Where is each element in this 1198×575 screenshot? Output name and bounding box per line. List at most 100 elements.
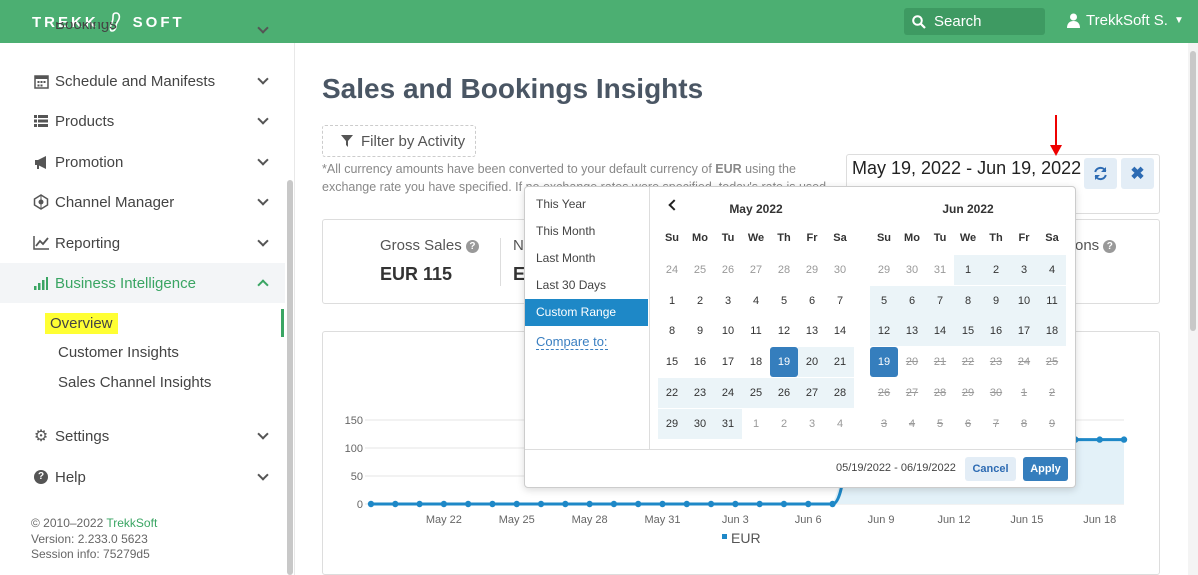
range-last-30-days[interactable]: Last 30 Days [525, 272, 648, 299]
calendar-day[interactable]: 22 [658, 377, 686, 408]
sidebar-item-channel-manager[interactable]: Channel Manager [0, 182, 285, 222]
data-point[interactable] [586, 500, 593, 508]
calendar-day[interactable]: 31 [926, 255, 954, 285]
calendar-day[interactable]: 2 [982, 255, 1010, 285]
calendar-day[interactable]: 16 [982, 316, 1010, 347]
question-icon[interactable]: ? [465, 240, 479, 253]
date-range-input[interactable]: May 19, 2022 - Jun 19, 2022 [852, 158, 1081, 179]
calendar-day[interactable]: 29 [870, 255, 898, 285]
calendar-day[interactable]: 18 [742, 347, 770, 377]
data-point[interactable] [367, 500, 375, 508]
range-last-month[interactable]: Last Month [525, 245, 648, 272]
scrollbar-thumb[interactable] [1190, 51, 1196, 331]
sidebar-item-bookings[interactable]: Bookings [0, 22, 285, 44]
calendar-day[interactable]: 7 [826, 286, 854, 316]
calendar-day[interactable]: 4 [742, 286, 770, 316]
page-scrollbar[interactable] [1188, 43, 1198, 575]
calendar-day[interactable]: 17 [714, 347, 742, 377]
sidebar-item-schedule[interactable]: Schedule and Manifests [0, 61, 285, 101]
data-point[interactable] [1120, 436, 1128, 443]
sidebar-subitem-overview[interactable]: Overview [45, 313, 118, 334]
calendar-day[interactable]: 17 [1010, 316, 1038, 347]
calendar-day[interactable]: 26 [714, 255, 742, 285]
calendar-day[interactable]: 26 [770, 377, 798, 408]
calendar-day[interactable]: 1 [742, 409, 770, 439]
calendar-day[interactable]: 11 [1038, 285, 1066, 316]
data-point[interactable] [513, 500, 520, 508]
data-point[interactable] [829, 500, 836, 508]
sidebar-item-promotion[interactable]: Promotion [0, 142, 285, 182]
clear-date-button[interactable]: ✖ [1121, 158, 1154, 189]
calendar-day[interactable]: 7 [926, 285, 954, 316]
filter-by-activity-button[interactable]: Filter by Activity [322, 125, 476, 157]
calendar-day[interactable]: 5 [870, 285, 898, 316]
range-this-year[interactable]: This Year [525, 191, 648, 218]
data-point[interactable] [780, 500, 788, 508]
data-point[interactable] [659, 500, 666, 508]
data-point[interactable] [464, 500, 472, 508]
calendar-day[interactable]: 4 [1038, 255, 1066, 285]
calendar-day[interactable]: 24 [658, 255, 686, 285]
sidebar-subitem-sales-channel-insights[interactable]: Sales Channel Insights [58, 374, 211, 391]
range-custom[interactable]: Custom Range [525, 299, 648, 326]
calendar-day[interactable]: 14 [826, 316, 854, 346]
compare-to-link[interactable]: Compare to: [536, 334, 608, 350]
range-this-month[interactable]: This Month [525, 218, 648, 245]
calendar-day[interactable]: 15 [954, 316, 982, 347]
data-point[interactable] [537, 500, 545, 508]
sidebar-item-help[interactable]: ? Help [0, 457, 285, 497]
trekksoft-link[interactable]: TrekkSoft [106, 516, 157, 530]
calendar-day[interactable]: 28 [770, 255, 798, 285]
calendar-day[interactable]: 12 [770, 316, 798, 346]
calendar-day[interactable]: 13 [798, 316, 826, 346]
legend-label[interactable]: EUR [731, 530, 761, 546]
calendar-day[interactable]: 19 [770, 347, 798, 378]
calendar-day[interactable]: 11 [742, 316, 770, 346]
calendar-day[interactable]: 25 [742, 377, 770, 408]
calendar-day[interactable]: 10 [1010, 285, 1038, 316]
sidebar-item-business-intelligence[interactable]: Business Intelligence [0, 263, 285, 303]
calendar-day[interactable]: 21 [826, 347, 854, 378]
calendar-day[interactable]: 6 [798, 286, 826, 316]
data-point[interactable] [440, 500, 448, 508]
calendar-day[interactable]: 15 [658, 347, 686, 377]
calendar-day[interactable]: 3 [714, 286, 742, 316]
calendar-day[interactable]: 16 [686, 347, 714, 377]
cancel-button[interactable]: Cancel [965, 457, 1016, 481]
calendar-day[interactable]: 8 [954, 285, 982, 316]
calendar-day[interactable]: 30 [898, 255, 926, 285]
sidebar-scrollbar[interactable] [287, 180, 293, 575]
calendar-day[interactable]: 23 [686, 377, 714, 408]
calendar-day[interactable]: 24 [714, 377, 742, 408]
data-point[interactable] [683, 500, 690, 508]
calendar-day[interactable]: 3 [798, 409, 826, 439]
data-point[interactable] [634, 500, 642, 508]
calendar-day[interactable]: 9 [686, 316, 714, 346]
user-menu-button[interactable]: TrekkSoft S. ▼ [1067, 12, 1184, 29]
data-point[interactable] [732, 500, 739, 508]
calendar-day[interactable]: 3 [1010, 255, 1038, 285]
calendar-day[interactable]: 8 [658, 316, 686, 346]
calendar-day[interactable]: 29 [798, 255, 826, 285]
calendar-day[interactable]: 9 [982, 285, 1010, 316]
sidebar-subitem-customer-insights[interactable]: Customer Insights [58, 344, 179, 361]
question-icon[interactable]: ? [1103, 240, 1117, 253]
calendar-day[interactable]: 27 [798, 377, 826, 408]
sidebar-item-reporting[interactable]: Reporting [0, 223, 285, 263]
calendar-day[interactable]: 20 [798, 347, 826, 378]
calendar-day[interactable]: 2 [686, 286, 714, 316]
calendar-day[interactable]: 6 [898, 285, 926, 316]
calendar-day[interactable]: 10 [714, 316, 742, 346]
calendar-day[interactable]: 4 [826, 409, 854, 439]
apply-button[interactable]: Apply [1023, 457, 1068, 481]
data-point[interactable] [489, 500, 496, 508]
refresh-button[interactable] [1084, 158, 1117, 189]
calendar-day[interactable]: 29 [658, 408, 686, 439]
calendar-day[interactable]: 31 [714, 408, 742, 439]
data-point[interactable] [756, 500, 763, 508]
data-point[interactable] [1096, 436, 1103, 443]
calendar-day[interactable]: 1 [658, 286, 686, 316]
data-point[interactable] [805, 500, 812, 508]
data-point[interactable] [392, 500, 399, 508]
sidebar-item-products[interactable]: Products [0, 101, 285, 141]
